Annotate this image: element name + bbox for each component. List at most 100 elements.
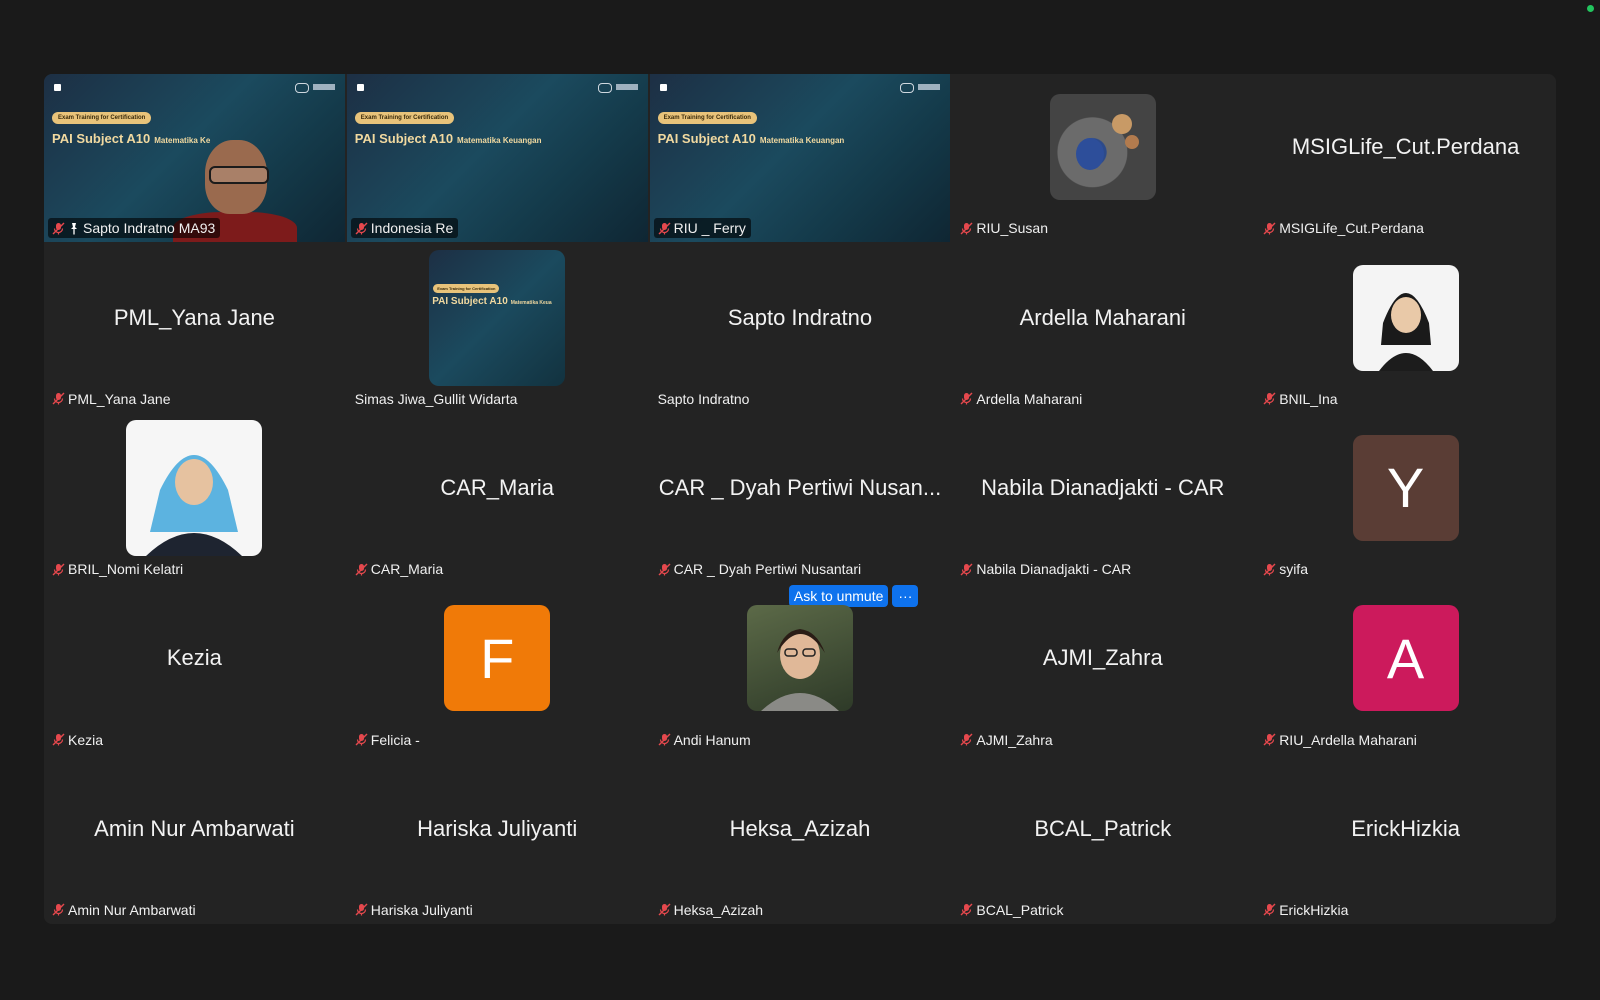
slide-badge: Exam Training for Certification <box>657 112 757 124</box>
mic-muted-icon <box>960 903 973 916</box>
avatar-initial: F <box>444 605 551 712</box>
participant-tile[interactable]: AJMI_Zahra AJMI_Zahra <box>952 585 1254 754</box>
participant-display-name: Kezia <box>166 645 222 671</box>
participant-name: RIU_Susan <box>976 220 1048 237</box>
participant-tile[interactable]: MSIGLife_Cut.Perdana MSIGLife_Cut.Perdan… <box>1255 74 1556 243</box>
participant-tile[interactable]: Exam Training for Certification PAI Subj… <box>649 74 951 243</box>
participant-tile[interactable]: CAR_Maria CAR_Maria <box>346 414 648 584</box>
participant-name: syifa <box>1279 561 1308 578</box>
participant-tile[interactable]: Exam Training for Certification PAI Subj… <box>346 74 648 243</box>
participant-tile[interactable]: Ardella Maharani Ardella Maharani <box>952 244 1254 413</box>
participant-nameplate: Sapto Indratno MA93 <box>48 218 221 239</box>
participant-name: CAR_Maria <box>370 561 444 578</box>
mic-muted-icon <box>355 903 368 916</box>
participant-tile[interactable]: Y syifa <box>1255 414 1556 584</box>
participant-nameplate: Andi Hanum <box>654 730 756 750</box>
shared-screen-video: Exam Training for Certification PAI Subj… <box>44 74 345 243</box>
participant-nameplate: syifa <box>1259 559 1313 579</box>
participant-tile[interactable]: A RIU_Ardella Maharani <box>1255 585 1556 754</box>
gallery-view-grid: Exam Training for Certification PAI Subj… <box>44 74 1556 924</box>
participant-display-name: Nabila Dianadjakti - CAR <box>981 474 1225 500</box>
mic-muted-icon <box>960 222 973 235</box>
participant-name: Heksa_Azizah <box>673 901 764 918</box>
profile-photo-image <box>760 629 839 712</box>
participant-nameplate: AJMI_Zahra <box>956 730 1057 750</box>
participant-tile[interactable]: BCAL_Patrick BCAL_Patrick <box>952 755 1254 924</box>
participant-tile[interactable]: Exam Training for Certification PAI Subj… <box>44 74 345 243</box>
profile-photo-image <box>1378 292 1433 371</box>
participant-name: Felicia - <box>370 731 420 748</box>
participant-tile[interactable]: Exam Training for Certification PAI Subj… <box>346 244 648 413</box>
participant-name: PML_Yana Jane <box>68 390 171 407</box>
participant-nameplate: BCAL_Patrick <box>956 900 1068 920</box>
participant-tile[interactable]: ErickHizkia ErickHizkia <box>1255 755 1556 924</box>
slide-title: PAI Subject A10 Matematika Keua <box>432 295 552 307</box>
mic-muted-icon <box>355 563 368 576</box>
participant-nameplate: PML_Yana Jane <box>48 389 175 409</box>
participant-nameplate: Hariska Juliyanti <box>351 900 478 920</box>
participant-name: Kezia <box>68 731 104 748</box>
participant-tile[interactable]: BNIL_Ina <box>1255 244 1556 413</box>
slide-badge: Exam Training for Certification <box>52 112 152 124</box>
participant-nameplate: Kezia <box>48 730 108 750</box>
slide-logo-right <box>597 83 638 93</box>
participant-nameplate: Heksa_Azizah <box>654 900 769 920</box>
participant-nameplate: Nabila Dianadjakti - CAR <box>956 559 1136 579</box>
participant-name: Sapto Indratno MA93 <box>83 220 216 237</box>
slide-badge: Exam Training for Certification <box>354 112 455 124</box>
participant-name: AJMI_Zahra <box>976 731 1053 748</box>
mic-muted-icon <box>960 733 973 746</box>
participant-nameplate: RIU _ Ferry <box>653 218 751 239</box>
slide-badge: Exam Training for Certification <box>433 283 500 293</box>
participant-tile[interactable]: Ask to unmute ··· Andi Hanum <box>649 585 951 754</box>
participant-nameplate: BRIL_Nomi Kelatri <box>48 559 188 579</box>
participant-name: BRIL_Nomi Kelatri <box>68 561 184 578</box>
participant-tile[interactable]: Sapto Indratno Sapto Indratno <box>649 244 951 413</box>
ask-to-unmute-button[interactable]: Ask to unmute <box>788 585 889 608</box>
participant-display-name: ErickHizkia <box>1351 815 1460 841</box>
participant-tile[interactable]: Amin Nur Ambarwati Amin Nur Ambarwati <box>44 755 345 924</box>
mic-muted-icon <box>658 733 671 746</box>
profile-photo <box>1352 264 1459 371</box>
slide-title: PAI Subject A10 Matematika Keuangan <box>657 131 845 146</box>
pin-icon <box>71 222 77 235</box>
slide-logo-left <box>659 84 667 91</box>
avatar-initial: Y <box>1352 434 1459 541</box>
participant-display-name: Ardella Maharani <box>1019 304 1186 330</box>
participant-nameplate: Sapto Indratno <box>654 389 755 409</box>
participant-name: RIU_Ardella Maharani <box>1279 731 1417 748</box>
mic-muted-icon <box>1263 903 1276 916</box>
profile-photo: Exam Training for Certification PAI Subj… <box>429 249 566 386</box>
participant-name: Andi Hanum <box>673 731 751 748</box>
participant-tile[interactable]: BRIL_Nomi Kelatri <box>44 414 345 584</box>
more-options-button[interactable]: ··· <box>892 585 919 608</box>
profile-photo <box>1049 94 1156 201</box>
participant-nameplate: CAR_Maria <box>351 559 448 579</box>
mic-muted-icon <box>960 563 973 576</box>
participant-tile[interactable]: Nabila Dianadjakti - CAR Nabila Dianadja… <box>952 414 1254 584</box>
participant-tile[interactable]: RIU_Susan <box>952 74 1254 243</box>
participant-display-name: AJMI_Zahra <box>1042 645 1163 671</box>
participant-tile[interactable]: F Felicia - <box>346 585 648 754</box>
participant-nameplate: Amin Nur Ambarwati <box>48 900 201 920</box>
mic-muted-icon <box>52 903 65 916</box>
participant-display-name: Sapto Indratno <box>727 304 873 330</box>
ask-unmute-controls: Ask to unmute ··· <box>788 585 919 608</box>
participant-display-name: Heksa_Azizah <box>729 815 871 841</box>
mic-muted-icon <box>658 222 671 235</box>
mic-muted-icon <box>960 392 973 405</box>
participant-tile[interactable]: Kezia Kezia <box>44 585 345 754</box>
slide-logo-right <box>294 83 335 93</box>
participant-tile[interactable]: Heksa_Azizah Heksa_Azizah <box>649 755 951 924</box>
participant-name: Sapto Indratno <box>657 390 750 407</box>
mic-muted-icon <box>355 222 368 235</box>
shared-screen-video: Exam Training for Certification PAI Subj… <box>346 74 648 243</box>
slide-logo-right <box>900 83 941 93</box>
participant-tile[interactable]: CAR _ Dyah Pertiwi Nusan... CAR _ Dyah P… <box>649 414 951 584</box>
participant-nameplate: Ardella Maharani <box>956 389 1087 409</box>
participant-name: Simas Jiwa_Gullit Widarta <box>354 390 518 407</box>
participant-tile[interactable]: PML_Yana Jane PML_Yana Jane <box>44 244 345 413</box>
participant-nameplate: BNIL_Ina <box>1259 389 1342 409</box>
avatar-initial: A <box>1352 605 1459 712</box>
participant-tile[interactable]: Hariska Juliyanti Hariska Juliyanti <box>346 755 648 924</box>
